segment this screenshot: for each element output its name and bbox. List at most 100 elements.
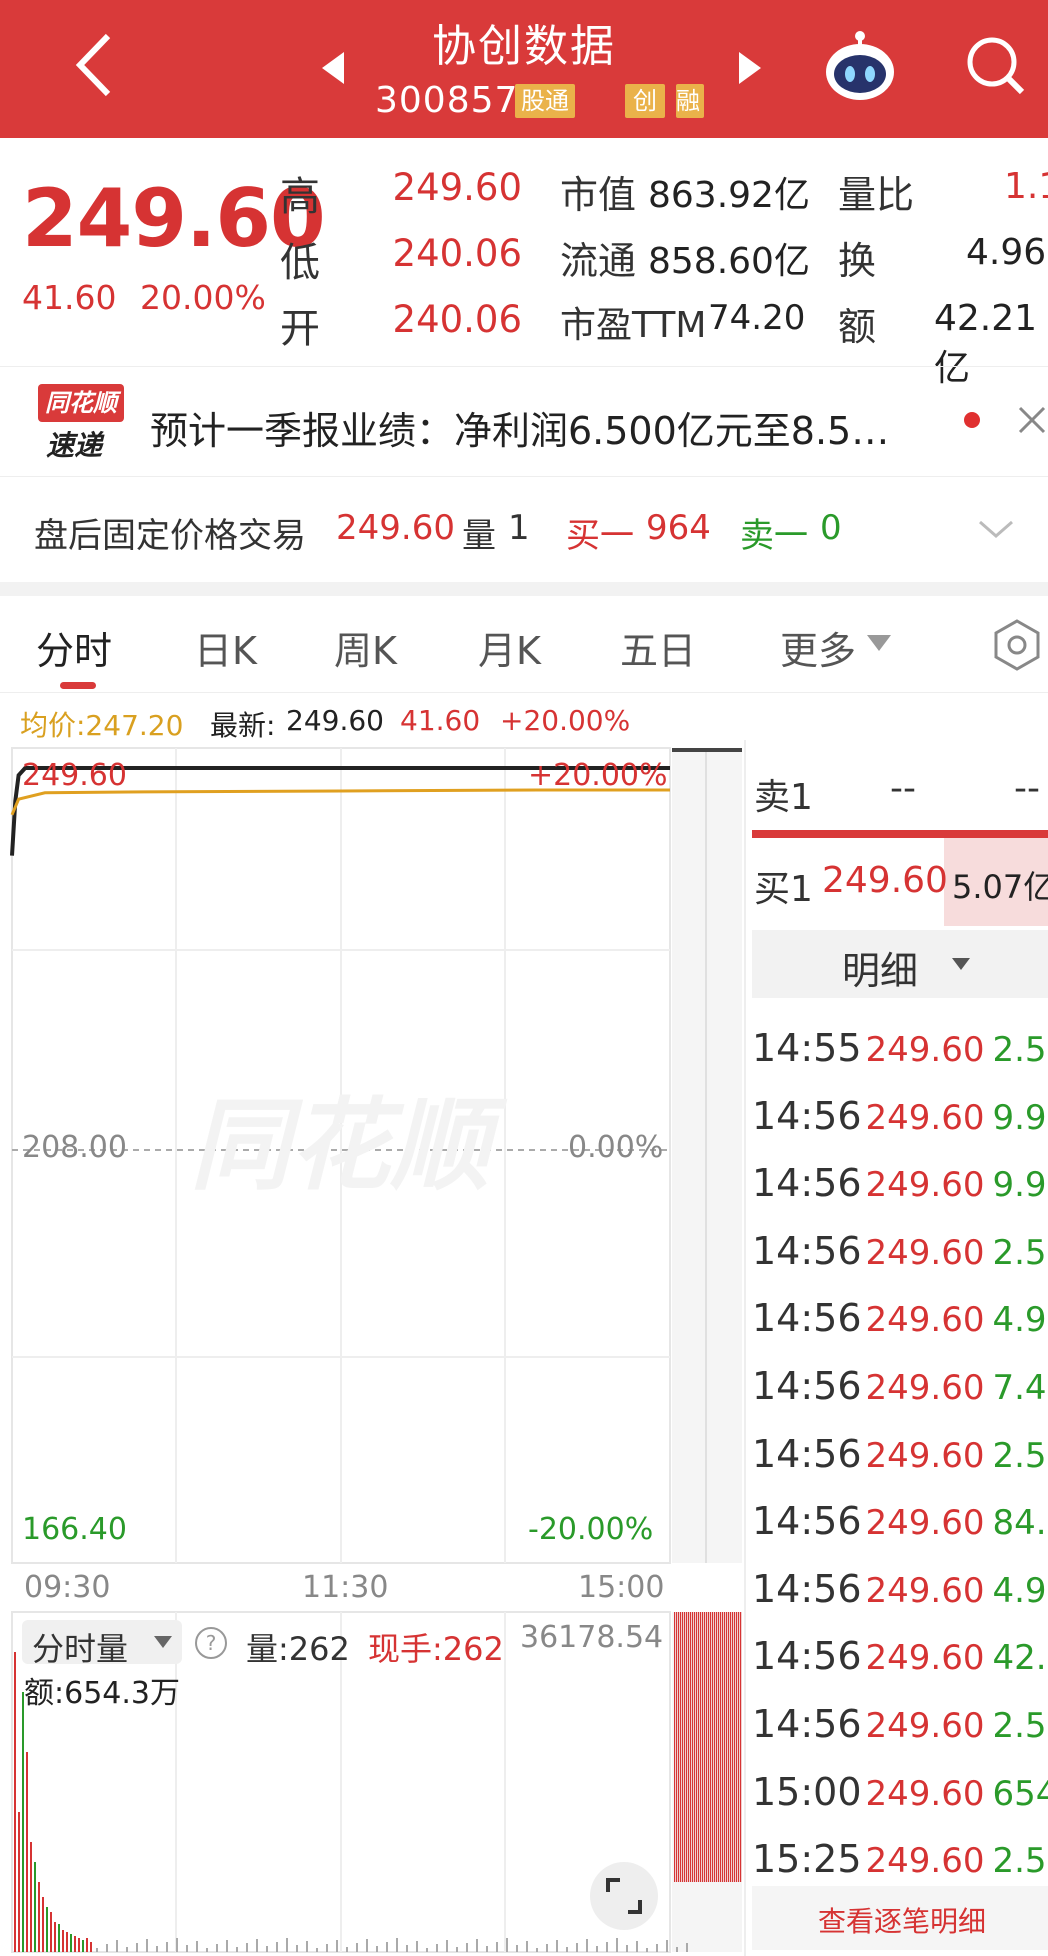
- volume-bar: [396, 1938, 398, 1952]
- search-icon[interactable]: [964, 34, 1028, 98]
- fullscreen-button[interactable]: [590, 1862, 658, 1930]
- volume-bar: [70, 1934, 72, 1952]
- volume-bar: [66, 1932, 68, 1952]
- volume-bar: [720, 1612, 722, 1882]
- volume-mode-dropdown[interactable]: 分时量: [22, 1620, 182, 1668]
- pe-value: 74.20: [708, 298, 806, 338]
- volume-bar: [90, 1942, 92, 1952]
- news-headline[interactable]: 预计一季报业绩：净利润6.500亿元至8.5…: [150, 400, 889, 455]
- volume-bar: [126, 1947, 128, 1952]
- detail-dropdown[interactable]: 明细: [752, 930, 1048, 998]
- volume-bar: [306, 1941, 308, 1952]
- volume-bar: [718, 1612, 720, 1882]
- volume-bar: [728, 1612, 730, 1882]
- volume-bar: [106, 1944, 108, 1952]
- tab-intraday[interactable]: 分时: [36, 620, 112, 675]
- unread-dot: [964, 412, 980, 428]
- tab-daily-k[interactable]: 日K: [194, 620, 257, 675]
- volume-bar: [740, 1612, 742, 1882]
- volume-bar: [18, 1812, 20, 1952]
- volume-bar: [606, 1942, 608, 1952]
- tick-volume: 2.50万: [992, 1841, 1048, 1882]
- volume-bar: [476, 1939, 478, 1952]
- tick-row: 14:56249.609.98万: [752, 1157, 1048, 1206]
- open-value: 240.06: [392, 298, 522, 341]
- volume-bar: [616, 1938, 618, 1952]
- volume-bar: [216, 1944, 218, 1952]
- volume-bar: [496, 1942, 498, 1952]
- volume-bar: [576, 1943, 578, 1952]
- chevron-down-icon[interactable]: [976, 516, 1016, 542]
- tick-time: 15:25: [752, 1837, 862, 1882]
- volume-bar: [682, 1612, 684, 1882]
- volume-bar: [688, 1612, 690, 1882]
- robot-icon[interactable]: [822, 28, 898, 104]
- panel-divider: [744, 740, 746, 1956]
- view-all-ticks-button[interactable]: 查看逐笔明细: [752, 1886, 1048, 1950]
- volume-bar: [692, 1612, 694, 1882]
- close-icon[interactable]: [1016, 404, 1048, 436]
- intraday-chart[interactable]: 同花顺: [0, 740, 750, 1956]
- float-label: 流通: [560, 239, 637, 283]
- y-label-high-pct: +20.00%: [528, 758, 668, 793]
- volume-bar: [186, 1945, 188, 1952]
- triangle-right-icon[interactable]: [735, 48, 765, 88]
- tick-price: 249.60: [865, 1841, 985, 1882]
- price-change: 41.60: [22, 278, 117, 317]
- volume-bar: [646, 1948, 648, 1952]
- low-label: 低: [280, 240, 320, 286]
- avg-price: 均价:247.20: [20, 709, 184, 742]
- volume-bar: [704, 1612, 706, 1882]
- volume-bar: [286, 1938, 288, 1952]
- settings-icon[interactable]: [992, 618, 1042, 672]
- volume-amount: 额:654.3万: [24, 1676, 180, 1711]
- volume-bar: [566, 1947, 568, 1952]
- volume-bar: [156, 1946, 158, 1952]
- y-label-low: 166.40: [22, 1512, 127, 1547]
- ths-watermark: 同花顺: [190, 1087, 508, 1204]
- triangle-down-icon[interactable]: [864, 632, 894, 654]
- volume-bar: [246, 1943, 248, 1952]
- stock-code: 300857: [375, 80, 519, 121]
- tick-volume: 4.99万: [992, 1300, 1048, 1341]
- tick-time: 14:55: [752, 1026, 862, 1070]
- volume-bar: [680, 1612, 682, 1882]
- volume-bar: [506, 1938, 508, 1952]
- volume-bar: [486, 1946, 488, 1952]
- volume-bar: [58, 1924, 60, 1952]
- volume-bar: [146, 1939, 148, 1952]
- volume-bar: [50, 1912, 52, 1952]
- volume-bar: [446, 1940, 448, 1952]
- help-icon[interactable]: ?: [194, 1626, 228, 1660]
- volume-bar: [266, 1946, 268, 1952]
- tick-row: 14:56249.602.50万: [752, 1698, 1048, 1747]
- tab-monthly-k[interactable]: 月K: [478, 620, 541, 675]
- volume-bar: [676, 1612, 678, 1882]
- after-hours-vol-label: 量: [462, 516, 496, 556]
- volume-bar: [626, 1945, 628, 1952]
- volume-axis-max: 36178.54: [520, 1620, 664, 1655]
- tab-weekly-k[interactable]: 周K: [334, 620, 397, 675]
- volume-bar: [336, 1940, 338, 1952]
- amount-value: 42.21亿: [934, 298, 1038, 389]
- volume-bar: [726, 1612, 728, 1882]
- volume-bar: [586, 1939, 588, 1952]
- tab-more[interactable]: 更多: [780, 620, 856, 675]
- volume-bar: [736, 1612, 738, 1882]
- volume-bar: [466, 1943, 468, 1952]
- high-label: 高: [280, 174, 320, 220]
- volume-bar: [326, 1944, 328, 1952]
- volume-bar: [62, 1930, 64, 1952]
- ask-row: 卖1 -- --: [754, 768, 1040, 818]
- volume-bar: [678, 1612, 680, 1882]
- y-label-mid-pct: 0.00%: [568, 1130, 664, 1165]
- after-hours-buy: 964: [646, 508, 711, 548]
- tick-time: 14:56: [752, 1566, 862, 1611]
- volume-bar: [656, 1944, 658, 1952]
- volume-bar: [42, 1897, 44, 1952]
- after-hours-vol: 1: [508, 508, 530, 548]
- volume-bar: [226, 1940, 228, 1952]
- tick-price: 249.60: [865, 1097, 985, 1138]
- tab-five-day[interactable]: 五日: [620, 620, 696, 675]
- volume-bar: [74, 1936, 76, 1952]
